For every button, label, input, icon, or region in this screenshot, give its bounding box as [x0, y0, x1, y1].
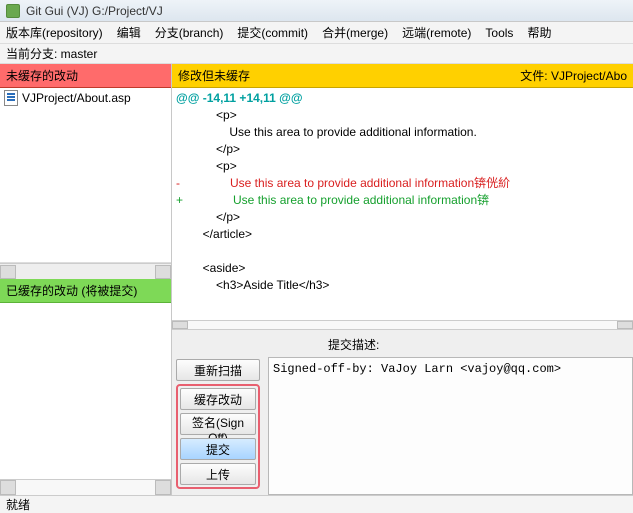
window-titlebar: Git Gui (VJ) G:/Project/VJ: [0, 0, 633, 22]
rescan-button[interactable]: 重新扫描: [176, 359, 260, 381]
push-button[interactable]: 上传: [180, 463, 256, 485]
unstaged-file-list[interactable]: VJProject/About.asp: [0, 88, 171, 263]
staged-hscrollbar[interactable]: [0, 479, 171, 495]
commit-message-input[interactable]: Signed-off-by: VaJoy Larn <vajoy@qq.com>: [268, 357, 633, 495]
menu-bar: 版本库(repository) 编辑 分支(branch) 提交(commit)…: [0, 22, 633, 44]
menu-merge[interactable]: 合并(merge): [322, 24, 388, 41]
stage-button[interactable]: 缓存改动: [180, 388, 256, 410]
staged-header: 已缓存的改动 (将被提交): [0, 279, 171, 303]
scroll-track[interactable]: [188, 321, 617, 329]
app-icon: [6, 4, 20, 18]
right-panel: 修改但未缓存 文件: VJProject/Abo @@ -14,11 +14,1…: [172, 64, 633, 495]
menu-help[interactable]: 帮助: [527, 24, 551, 41]
window-title: Git Gui (VJ) G:/Project/VJ: [26, 4, 163, 18]
file-item[interactable]: VJProject/About.asp: [0, 88, 171, 108]
menu-branch[interactable]: 分支(branch): [155, 24, 224, 41]
left-panel: 未缓存的改动 VJProject/About.asp 已缓存的改动 (将被提交): [0, 64, 172, 495]
commit-label: 提交描述:: [268, 334, 633, 357]
file-icon: [4, 90, 18, 106]
commit-message-panel: 提交描述: Signed-off-by: VaJoy Larn <vajoy@q…: [264, 330, 633, 495]
scroll-track[interactable]: [16, 480, 155, 495]
scroll-left-button[interactable]: [0, 265, 16, 279]
scroll-right-button[interactable]: [617, 321, 633, 329]
current-branch-label: 当前分支: master: [6, 45, 97, 62]
menu-repository[interactable]: 版本库(repository): [6, 24, 103, 41]
diff-status-label: 修改但未缓存: [178, 67, 250, 84]
status-bar: 就绪: [0, 495, 633, 513]
scroll-right-button[interactable]: [155, 265, 171, 279]
unstaged-header: 未缓存的改动: [0, 64, 171, 88]
signoff-button[interactable]: 签名(Sign Off): [180, 413, 256, 435]
menu-edit[interactable]: 编辑: [117, 24, 141, 41]
menu-commit[interactable]: 提交(commit): [237, 24, 308, 41]
menu-remote[interactable]: 远端(remote): [402, 24, 471, 41]
diff-viewer[interactable]: @@ -14,11 +14,11 @@ <p> Use this area to…: [172, 88, 633, 320]
diff-hscrollbar[interactable]: [172, 320, 633, 329]
scroll-left-button[interactable]: [172, 321, 188, 329]
scroll-right-button[interactable]: [155, 480, 171, 495]
unstaged-hscrollbar[interactable]: [0, 263, 171, 279]
diff-header: 修改但未缓存 文件: VJProject/Abo: [172, 64, 633, 88]
commit-button[interactable]: 提交: [180, 438, 256, 460]
action-button-column: . 重新扫描 缓存改动 签名(Sign Off) 提交 上传: [172, 330, 264, 495]
branch-bar: 当前分支: master: [0, 44, 633, 64]
staged-file-list[interactable]: [0, 303, 171, 479]
file-name: VJProject/About.asp: [22, 91, 131, 105]
scroll-left-button[interactable]: [0, 480, 16, 495]
status-text: 就绪: [6, 496, 30, 513]
diff-file-label: 文件: VJProject/Abo: [520, 67, 627, 84]
commit-area: . 重新扫描 缓存改动 签名(Sign Off) 提交 上传 提交描述: Sig…: [172, 329, 633, 495]
highlight-box: 缓存改动 签名(Sign Off) 提交 上传: [176, 384, 260, 489]
menu-tools[interactable]: Tools: [485, 26, 513, 40]
